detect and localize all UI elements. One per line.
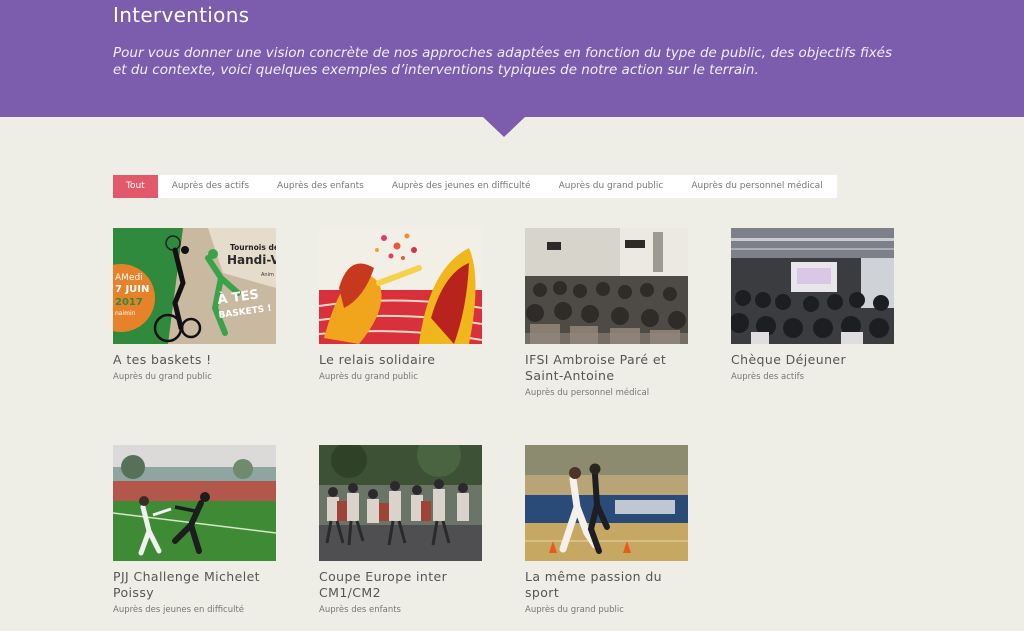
gym-race-photo <box>525 445 688 561</box>
poster-line-3: Anim <box>261 272 274 278</box>
poster-line-1: Tournois de Ba <box>230 243 276 252</box>
card-thumbnail[interactable] <box>731 228 894 344</box>
lecture-hall-photo <box>525 228 688 344</box>
sports-field-photo <box>113 445 276 561</box>
poster-date-1: AMedi <box>115 273 143 283</box>
intervention-card[interactable]: Chèque Déjeuner Auprès des actifs <box>731 228 894 382</box>
card-title[interactable]: IFSI Ambroise Paré et Saint-Antoine <box>525 352 688 384</box>
poster-year: 2017 <box>115 297 143 308</box>
relay-illustration-image <box>319 228 482 344</box>
intervention-card[interactable]: IFSI Ambroise Paré et Saint-Antoine Aupr… <box>525 228 688 398</box>
intervention-card[interactable]: Tournois de Ba Handi-Va Anim AMedi 7 JUI… <box>113 228 276 382</box>
intervention-card[interactable]: Coupe Europe inter CM1/CM2 Auprès des en… <box>319 445 482 615</box>
intervention-card[interactable]: PJJ Challenge Michelet Poissy Auprès des… <box>113 445 276 615</box>
filter-bar: Tout Auprès des actifs Auprès des enfant… <box>113 175 837 198</box>
card-title[interactable]: PJJ Challenge Michelet Poissy <box>113 569 276 601</box>
card-title[interactable]: Coupe Europe inter CM1/CM2 <box>319 569 482 601</box>
card-thumbnail[interactable] <box>525 445 688 561</box>
page-intro: Pour vous donner une vision concrète de … <box>113 45 893 78</box>
filter-tab-actifs[interactable]: Auprès des actifs <box>157 175 264 198</box>
card-category: Auprès des actifs <box>731 372 805 382</box>
card-category: Auprès des enfants <box>319 605 401 615</box>
intervention-card[interactable]: Le relais solidaire Auprès du grand publ… <box>319 228 482 382</box>
card-thumbnail[interactable] <box>319 445 482 561</box>
filter-tab-personnel-medical[interactable]: Auprès du personnel médical <box>677 175 837 198</box>
card-thumbnail[interactable] <box>113 445 276 561</box>
card-thumbnail[interactable] <box>319 228 482 344</box>
intervention-card[interactable]: La même passion du sport Auprès du grand… <box>525 445 688 615</box>
handi-basket-poster-image: Tournois de Ba Handi-Va Anim AMedi 7 JUI… <box>113 228 276 344</box>
card-thumbnail[interactable] <box>525 228 688 344</box>
card-category: Auprès des jeunes en difficulté <box>113 605 245 615</box>
card-category: Auprès du grand public <box>525 605 624 615</box>
conference-room-photo <box>731 228 894 344</box>
filter-tab-all[interactable]: Tout <box>113 175 158 198</box>
card-category: Auprès du personnel médical <box>525 388 650 398</box>
poster-place: naimin <box>115 310 136 317</box>
poster-line-2: Handi-Va <box>227 253 276 267</box>
filter-tab-enfants[interactable]: Auprès des enfants <box>263 175 378 198</box>
header-banner: Interventions Pour vous donner une visio… <box>0 0 1024 117</box>
filter-tab-grand-public[interactable]: Auprès du grand public <box>544 175 678 198</box>
card-category: Auprès du grand public <box>319 372 418 382</box>
card-category: Auprès du grand public <box>113 372 212 382</box>
card-thumbnail[interactable]: Tournois de Ba Handi-Va Anim AMedi 7 JUI… <box>113 228 276 344</box>
card-title[interactable]: Le relais solidaire <box>319 352 482 368</box>
page-title: Interventions <box>113 3 250 27</box>
card-title[interactable]: A tes baskets ! <box>113 352 276 368</box>
children-group-photo <box>319 445 482 561</box>
poster-date-2: 7 JUIN <box>115 284 149 295</box>
card-title[interactable]: La même passion du sport <box>525 569 688 601</box>
filter-tab-jeunes[interactable]: Auprès des jeunes en difficulté <box>377 175 545 198</box>
card-title[interactable]: Chèque Déjeuner <box>731 352 894 368</box>
header-arrow-decoration <box>483 117 525 137</box>
